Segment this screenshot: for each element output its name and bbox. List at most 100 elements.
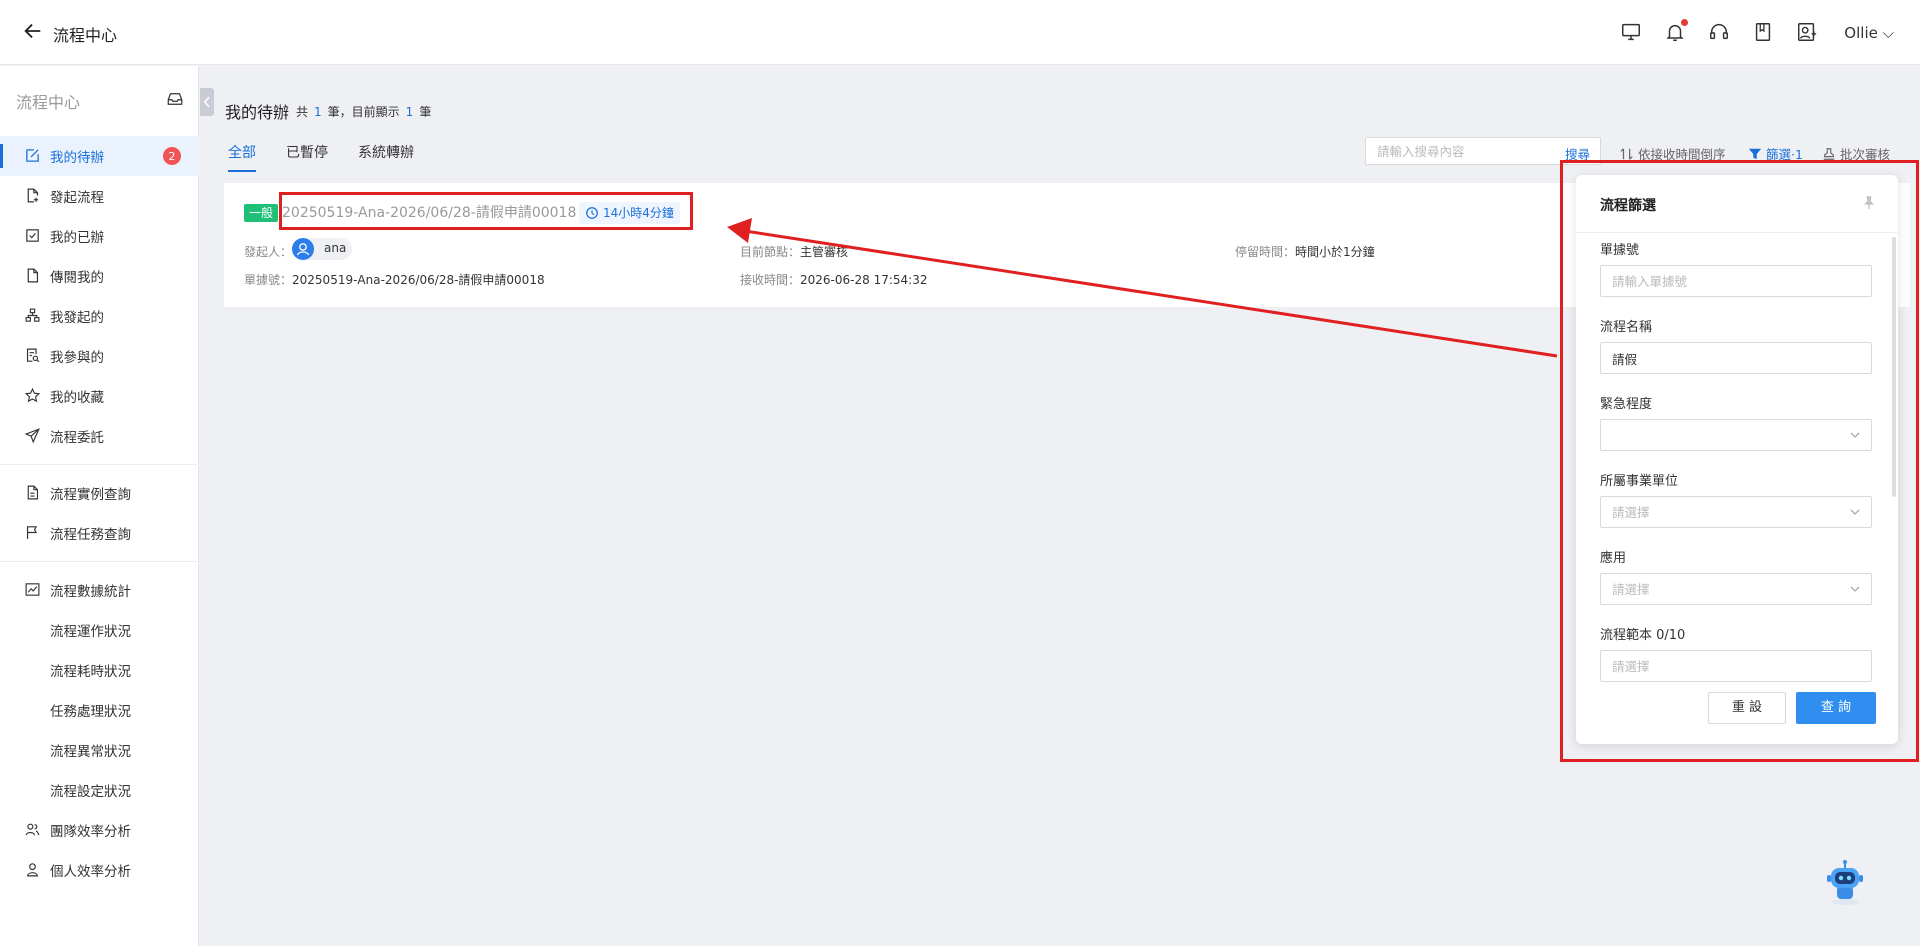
- team-icon: [24, 821, 42, 839]
- total-count: 1: [314, 105, 322, 119]
- sidebar-item-duration-status[interactable]: 流程耗時狀況: [0, 650, 199, 690]
- stamp-icon: [1823, 147, 1835, 160]
- chevron-left-icon: [204, 96, 210, 108]
- todo-count-badge: 2: [163, 147, 181, 165]
- person-icon: [24, 861, 42, 879]
- sidebar-item-my-todo[interactable]: 我的待辦 2: [0, 136, 199, 176]
- receive-time: 接收時間：2026-06-28 17:54:32: [740, 271, 927, 288]
- sidebar-item-label: 流程委託: [50, 430, 104, 446]
- stay-value: 時間小於1分鐘: [1295, 245, 1375, 259]
- count-prefix: 共: [296, 105, 309, 119]
- sidebar-item-personal-efficiency[interactable]: 個人效率分析: [0, 850, 199, 890]
- page-title: 我的待辦: [225, 103, 290, 122]
- node-value: 主管審核: [800, 245, 849, 259]
- file-icon: [24, 267, 42, 285]
- headset-icon[interactable]: [1708, 21, 1732, 45]
- sidebar-item-label: 流程設定狀況: [50, 784, 131, 800]
- star-icon: [24, 387, 42, 405]
- sidebar-item-label: 我的待辦: [50, 150, 104, 166]
- sidebar-item-start-flow[interactable]: 發起流程: [0, 176, 199, 216]
- flag-icon: [24, 524, 42, 542]
- chevron-down-icon: ⌵: [1882, 23, 1894, 42]
- notification-dot: [1681, 18, 1689, 26]
- sidebar-item-setting-status[interactable]: 流程設定狀況: [0, 770, 199, 810]
- user-name: Ollie: [1844, 23, 1878, 42]
- bell-icon[interactable]: [1664, 18, 1689, 45]
- sidebar-item-favorites[interactable]: 我的收藏: [0, 376, 199, 416]
- sidebar-item-label: 傳閱我的: [50, 270, 104, 286]
- sidebar-nav: 我的待辦 2 發起流程 我的已辦 傳閱我的 我發起的 我參與的 我的收藏 流程委…: [0, 136, 199, 890]
- highlight-box-filter-panel: [1560, 160, 1919, 762]
- sidebar-item-statistics[interactable]: 流程數據統計: [0, 570, 199, 610]
- sidebar-item-label: 流程數據統計: [50, 584, 131, 600]
- sidebar-item-label: 我參與的: [50, 350, 104, 366]
- sidebar-item-label: 任務處理狀況: [50, 704, 131, 720]
- recv-label: 接收時間：: [740, 273, 801, 287]
- sidebar-item-label: 流程運作狀況: [50, 624, 131, 640]
- check-square-icon: [24, 227, 42, 245]
- sidebar-heading: 流程中心: [16, 93, 81, 112]
- inbox-icon[interactable]: [166, 90, 184, 108]
- sidebar-item-participated[interactable]: 我參與的: [0, 336, 199, 376]
- document-number: 單據號：20250519-Ana-2026/06/28-請假申請00018: [244, 271, 545, 288]
- sidebar-collapse-handle[interactable]: [200, 88, 214, 116]
- stay-label: 停留時間：: [1235, 245, 1296, 259]
- top-bar: 流程中心 Ollie ⌵: [0, 0, 1920, 65]
- top-icons: Ollie ⌵: [1620, 0, 1920, 65]
- sidebar-divider: [0, 464, 199, 465]
- avatar: [292, 238, 314, 260]
- sidebar-item-task-status[interactable]: 任務處理狀況: [0, 690, 199, 730]
- sidebar-item-exception-status[interactable]: 流程異常狀況: [0, 730, 199, 770]
- recv-value: 2026-06-28 17:54:32: [800, 273, 928, 287]
- sidebar-item-team-efficiency[interactable]: 團隊效率分析: [0, 810, 199, 850]
- sort-icon: [1620, 147, 1633, 160]
- sidebar-item-task-query[interactable]: 流程任務查詢: [0, 513, 199, 553]
- sidebar-item-label: 我的收藏: [50, 390, 104, 406]
- assistant-robot-icon[interactable]: [1820, 858, 1870, 908]
- sidebar-item-done[interactable]: 我的已辦: [0, 216, 199, 256]
- tab-paused[interactable]: 已暫停: [286, 142, 328, 172]
- current-node: 目前節點：主管審核: [740, 243, 848, 260]
- priority-tag: 一般: [244, 204, 279, 222]
- tab-transferred[interactable]: 系統轉辦: [358, 142, 414, 172]
- user-switch-icon[interactable]: [1796, 21, 1820, 45]
- initiator-label: 發起人：: [244, 245, 293, 259]
- file-search-icon: [24, 347, 42, 365]
- search-input[interactable]: [1366, 138, 1546, 164]
- monitor-icon[interactable]: [1620, 21, 1644, 45]
- sidebar-divider: [0, 561, 199, 562]
- sidebar: 流程中心 我的待辦 2 發起流程 我的已辦 傳閱我的 我發起的 我參與的 我的收…: [0, 66, 199, 946]
- highlight-box-task-title: [279, 192, 693, 230]
- sidebar-item-delegation[interactable]: 流程委託: [0, 416, 199, 456]
- sidebar-item-initiated[interactable]: 我發起的: [0, 296, 199, 336]
- sidebar-item-label: 我發起的: [50, 310, 104, 326]
- send-icon: [24, 427, 42, 445]
- sidebar-item-circulated[interactable]: 傳閱我的: [0, 256, 199, 296]
- node-label: 目前節點：: [740, 245, 801, 259]
- org-icon: [24, 307, 42, 325]
- tab-all[interactable]: 全部: [228, 142, 256, 172]
- sidebar-item-operation-status[interactable]: 流程運作狀況: [0, 610, 199, 650]
- back-arrow-icon[interactable]: [22, 20, 46, 44]
- file-add-icon: [24, 187, 42, 205]
- stay-time: 停留時間：時間小於1分鐘: [1235, 243, 1375, 260]
- user-avatar-icon: [296, 243, 310, 256]
- file-text-icon: [24, 484, 42, 502]
- sidebar-item-label: 流程實例查詢: [50, 487, 131, 503]
- shown-count: 1: [405, 105, 414, 119]
- doc-value: 20250519-Ana-2026/06/28-請假申請00018: [292, 273, 545, 287]
- sidebar-item-label: 流程任務查詢: [50, 527, 131, 543]
- chart-icon: [24, 581, 42, 599]
- book-icon[interactable]: [1752, 21, 1776, 45]
- sidebar-item-label: 我的已辦: [50, 230, 104, 246]
- sidebar-item-instance-query[interactable]: 流程實例查詢: [0, 473, 199, 513]
- user-menu[interactable]: Ollie ⌵: [1844, 24, 1894, 42]
- doc-label: 單據號：: [244, 273, 293, 287]
- filter-icon: [1748, 148, 1762, 159]
- count-mid: 筆，目前顯示: [327, 105, 400, 119]
- tab-bar: 全部 已暫停 系統轉辦: [228, 142, 444, 172]
- initiator-name: ana: [324, 241, 347, 255]
- app-title: 流程中心: [53, 26, 118, 45]
- edit-icon: [24, 147, 42, 165]
- sidebar-item-label: 個人效率分析: [50, 864, 131, 880]
